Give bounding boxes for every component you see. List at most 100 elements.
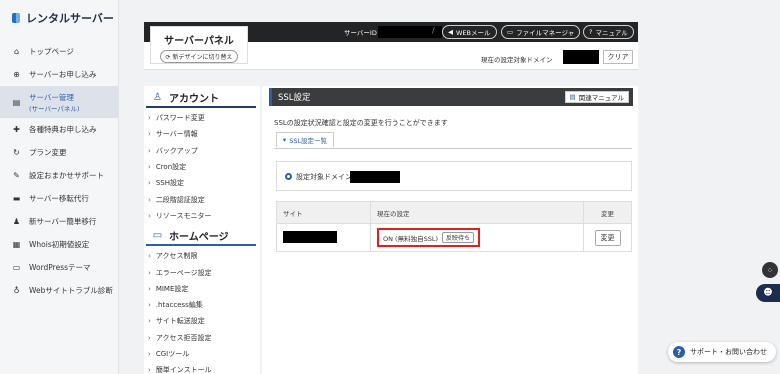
refresh-icon: ↻	[13, 148, 20, 157]
user-icon: ♙	[153, 91, 162, 103]
sidebar-link[interactable]: › SSH設定	[144, 175, 260, 191]
sidebar-link-label: アクセス制限	[155, 252, 198, 261]
sidebar-link[interactable]: › MIME設定	[144, 281, 260, 297]
chevron-right-icon: ›	[148, 350, 151, 358]
global-sidebar: レンタルサーバー ⌂ トップページ ⊕ サーバーお申し込み ▤ サーバー管理 (サーバーパネ…	[0, 0, 119, 374]
sidebar-link[interactable]: › .htaccess編集	[144, 297, 260, 313]
send-icon: ◀	[448, 28, 453, 36]
window-icon: ▭	[12, 263, 21, 272]
logo-text: レンタルサーバー	[26, 12, 114, 25]
wrench-icon: ✎	[13, 171, 20, 180]
panel-title-box: サーバーパネル ⟳ 新デザインに切り替え	[150, 26, 248, 64]
clear-button[interactable]: クリア	[603, 50, 633, 64]
sidebar-link[interactable]: › パスワード変更	[144, 110, 260, 126]
nav-item[interactable]: ⌂ トップページ	[0, 40, 118, 63]
nav-item-label: WordPressテーマ	[29, 263, 91, 272]
chatbot-icon[interactable]: ☻	[756, 284, 780, 302]
sidebar-link[interactable]: › アクセス拒否設定	[144, 330, 260, 346]
apps-grid-icon[interactable]: ⁘	[762, 262, 778, 278]
header-separator: /	[432, 26, 435, 35]
chevron-right-icon: ›	[148, 333, 151, 342]
server-icon: ▤	[12, 97, 21, 107]
home-icon: ⌂	[13, 47, 20, 56]
chevron-right-icon: ›	[148, 146, 151, 155]
nav-item-label: サーバー移転代行	[29, 194, 89, 203]
pending-badge: 反映待ち	[442, 232, 475, 243]
sidebar-link-label: アクセス拒否設定	[155, 333, 212, 342]
chevron-right-icon: ›	[148, 211, 151, 220]
chevron-right-icon: ›	[148, 252, 151, 261]
tab-ssl-list[interactable]: ▾ SSL設定一覧	[276, 132, 334, 148]
sidebar-link-label: サーバー情報	[155, 130, 198, 139]
switch-design-button[interactable]: ⟳ 新デザインに切り替え	[159, 50, 239, 63]
site-redacted	[283, 230, 337, 243]
sidebar-link-label: バックアップ	[155, 146, 198, 155]
sidebar-link-label: CGIツール	[155, 350, 190, 358]
sidebar-link[interactable]: › Cron設定	[144, 159, 260, 175]
sidebar-link[interactable]: › CGIツール	[144, 346, 260, 362]
section-homepage: ▭ ホームページ	[146, 226, 256, 247]
logo-mark-icon	[12, 13, 20, 23]
support-button[interactable]: ? サポート・お問い合わせ	[668, 342, 776, 362]
window-icon: ▭	[152, 229, 163, 241]
ssl-settings-header: SSL設定 ▤ 関連マニュアル	[269, 88, 633, 106]
page-title: SSL設定	[278, 93, 311, 103]
person-icon: ♟	[12, 217, 21, 226]
target-domain-label: 設定対象ドメイン	[296, 173, 352, 181]
sidebar-link-label: MIME設定	[155, 284, 189, 293]
nav-item-sublabel: (サーバーパネル)	[29, 104, 80, 113]
nav-item[interactable]: ✚ 各種特典お申し込み	[0, 118, 118, 141]
ssl-table: サイト 現在の設定 変更 ON (無料独自SSL) 反映待ち 変更	[276, 201, 632, 252]
radio-icon	[285, 173, 292, 180]
chevron-right-icon: ›	[148, 179, 151, 188]
col-change: 変更	[583, 201, 632, 224]
manual-button[interactable]: ? マニュアル	[583, 25, 634, 39]
sidebar-link[interactable]: › リソースモニター	[144, 208, 260, 224]
main-content: SSL設定 ▤ 関連マニュアル SSLの設定状況確認と設定の変更を行うことができ…	[262, 86, 638, 374]
folder-icon: ▭	[507, 28, 514, 36]
chevron-right-icon: ›	[148, 301, 151, 310]
sidebar-link[interactable]: › サイト転送設定	[144, 313, 260, 329]
panel-title: サーバーパネル	[164, 36, 234, 47]
nav-item[interactable]: ♁ Webサイトトラブル診断	[0, 279, 118, 302]
truck-icon: ▬	[12, 194, 21, 203]
sidebar-link[interactable]: › 簡単インストール	[144, 362, 260, 374]
nav-item[interactable]: ↻ プラン変更	[0, 141, 118, 164]
app-logo[interactable]: レンタルサーバー	[0, 0, 118, 36]
table-row: ON (無料独自SSL) 反映待ち 変更	[276, 223, 632, 252]
sidebar-link-label: パスワード変更	[155, 114, 205, 123]
sidebar-link[interactable]: › バックアップ	[144, 143, 260, 159]
nav-item-label: 設定おまかせサポート	[29, 171, 104, 180]
nav-item[interactable]: ♟ 新サーバー簡単移行	[0, 210, 118, 233]
sidebar-link-label: 二段階認証設定	[155, 195, 205, 204]
sidebar-link[interactable]: › アクセス制限	[144, 248, 260, 264]
nav-item-label: Webサイトトラブル診断	[29, 286, 113, 295]
target-domain-box: 設定対象ドメイン	[276, 161, 632, 191]
related-manual-button[interactable]: ▤ 関連マニュアル	[564, 91, 629, 103]
nav-item-label: 新サーバー簡単移行	[29, 217, 97, 226]
nav-item[interactable]: ✎ 設定おまかせサポート	[0, 164, 118, 187]
nav-item-label: 各種特典お申し込み	[29, 125, 97, 134]
nav-item[interactable]: ▬ サーバー移転代行	[0, 187, 118, 210]
nav-item[interactable]: ▤ サーバー管理 (サーバーパネル)	[0, 86, 118, 118]
nav-item[interactable]: ▭ WordPressテーマ	[0, 256, 118, 279]
chevron-right-icon: ›	[148, 163, 151, 172]
sidebar-link[interactable]: › 二段階認証設定	[144, 191, 260, 207]
change-button[interactable]: 変更	[594, 229, 621, 246]
server-id-label: サーバーID	[344, 29, 377, 37]
nav-item[interactable]: ▦ Whois初期値設定	[0, 233, 118, 256]
gift-icon: ✚	[13, 125, 20, 134]
sidebar-link[interactable]: › サーバー情報	[144, 126, 260, 142]
sidebar-link-label: サイト転送設定	[155, 317, 205, 326]
webmail-button[interactable]: ◀ WEBメール	[442, 25, 497, 39]
change-cell: 変更	[583, 223, 632, 252]
chevron-right-icon: ›	[148, 195, 151, 204]
question-icon: ?	[673, 346, 685, 358]
chevron-right-icon: ›	[148, 317, 151, 326]
nav-item[interactable]: ⊕ サーバーお申し込み	[0, 63, 118, 86]
sidebar-link-label: 簡単インストール	[155, 366, 212, 374]
tab-divider	[274, 148, 632, 149]
sidebar-link[interactable]: › エラーページ設定	[144, 264, 260, 280]
file-manager-button[interactable]: ▭ ファイルマネージャ	[501, 25, 581, 39]
nav-item-label: サーバー管理	[29, 92, 74, 102]
